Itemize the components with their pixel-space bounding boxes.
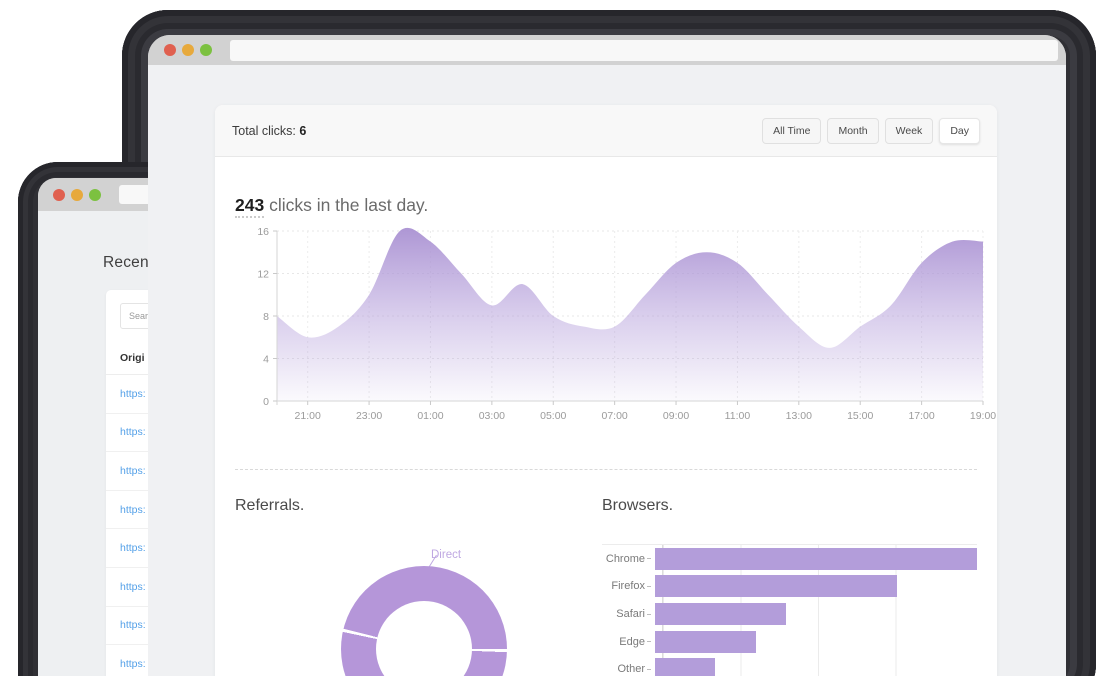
x-tick-label: 07:00 [602, 410, 628, 422]
x-tick-label: 21:00 [295, 410, 321, 422]
analytics-card-body: 243 clicks in the last day. 0 4 8 12 16 21:00… [215, 193, 997, 676]
time-filter-day[interactable]: Day [939, 118, 980, 144]
x-tick-label: 17:00 [908, 410, 934, 422]
analytics-card: Total clicks: 6 All TimeMonth WeekDay 243… [215, 105, 997, 676]
minimize-button-icon[interactable] [182, 44, 194, 56]
bar-safari [655, 603, 786, 625]
short-link[interactable]: https: [120, 465, 146, 477]
total-clicks-label: Total clicks: [232, 124, 296, 138]
zoom-button-icon[interactable] [89, 189, 101, 201]
bar-firefox [655, 575, 897, 597]
y-tick-label: 12 [257, 269, 269, 281]
screenshot-canvas: Recen Origi https:https:https:https:http… [0, 0, 1102, 676]
time-filter-month[interactable]: Month [827, 118, 878, 144]
bar-row: Chrome [602, 545, 977, 573]
x-tick-label: 01:00 [417, 410, 443, 422]
referrals-donut-chart [341, 566, 507, 676]
x-tick-label: 23:00 [356, 410, 382, 422]
browsers-title: Browsers. [602, 496, 977, 516]
bar-category-label: Chrome [602, 553, 654, 565]
short-link[interactable]: https: [120, 619, 146, 631]
close-button-icon[interactable] [53, 189, 65, 201]
y-tick-label: 4 [263, 354, 269, 366]
total-clicks-value: 6 [299, 124, 306, 138]
bar-row: Safari [602, 600, 977, 628]
bar-track [655, 631, 977, 653]
bar-category-label: Edge [602, 636, 654, 648]
bar-chrome [655, 548, 977, 570]
clicks-area-chart: 0 4 8 12 16 21:00 23:00 01:00 03:00 05:00 07:00 09:… [215, 221, 997, 433]
time-filter-group: All TimeMonth WeekDay [762, 118, 980, 144]
front-browser-content: Total clicks: 6 All TimeMonth WeekDay 243… [148, 35, 1066, 676]
clicks-headline-text: clicks in the last day. [264, 195, 428, 215]
minimize-button-icon[interactable] [71, 189, 83, 201]
clicks-headline: 243 clicks in the last day. [235, 193, 977, 217]
y-tick-label: 0 [263, 396, 269, 408]
y-tick-label: 8 [263, 311, 269, 323]
bar-track [655, 603, 977, 625]
time-filter-all-time[interactable]: All Time [762, 118, 821, 144]
area-series [277, 228, 983, 401]
short-link[interactable]: https: [120, 388, 146, 400]
referrals-section: Referrals. Direct [235, 470, 602, 676]
front-url-bar[interactable] [230, 40, 1058, 61]
browsers-section: Browsers. Chrome Firefox Safari Edge Other [602, 470, 977, 676]
bar-row: Firefox [602, 573, 977, 601]
bar-row: Other [602, 655, 977, 676]
bar-track [655, 548, 977, 570]
bar-other [655, 658, 715, 676]
total-clicks: Total clicks: 6 [232, 124, 306, 138]
bar-track [655, 658, 977, 676]
x-tick-label: 11:00 [725, 410, 751, 422]
bar-edge [655, 631, 756, 653]
y-tick-label: 16 [257, 226, 269, 238]
close-button-icon[interactable] [164, 44, 176, 56]
front-titlebar [148, 35, 1066, 65]
x-tick-label: 13:00 [786, 410, 812, 422]
referrals-title: Referrals. [235, 496, 602, 516]
bar-category-label: Other [602, 663, 654, 675]
x-tick-label: 19:00 [970, 410, 996, 422]
time-filter-week[interactable]: Week [885, 118, 934, 144]
bar-category-label: Safari [602, 608, 654, 620]
x-tick-label: 15:00 [847, 410, 873, 422]
short-link[interactable]: https: [120, 581, 146, 593]
bar-row: Edge [602, 628, 977, 656]
x-tick-label: 03:00 [479, 410, 505, 422]
analytics-card-header: Total clicks: 6 All TimeMonth WeekDay [215, 105, 997, 157]
referrals-donut-wrap: Direct [341, 566, 507, 676]
clicks-count: 243 [235, 195, 264, 218]
x-tick-label: 05:00 [540, 410, 566, 422]
bar-track [655, 575, 977, 597]
short-link[interactable]: https: [120, 504, 146, 516]
short-link[interactable]: https: [120, 426, 146, 438]
zoom-button-icon[interactable] [200, 44, 212, 56]
bar-category-label: Firefox [602, 580, 654, 592]
short-link[interactable]: https: [120, 542, 146, 554]
x-tick-label: 09:00 [663, 410, 689, 422]
short-link[interactable]: https: [120, 658, 146, 670]
browsers-bar-chart: Chrome Firefox Safari Edge Other [602, 544, 977, 676]
